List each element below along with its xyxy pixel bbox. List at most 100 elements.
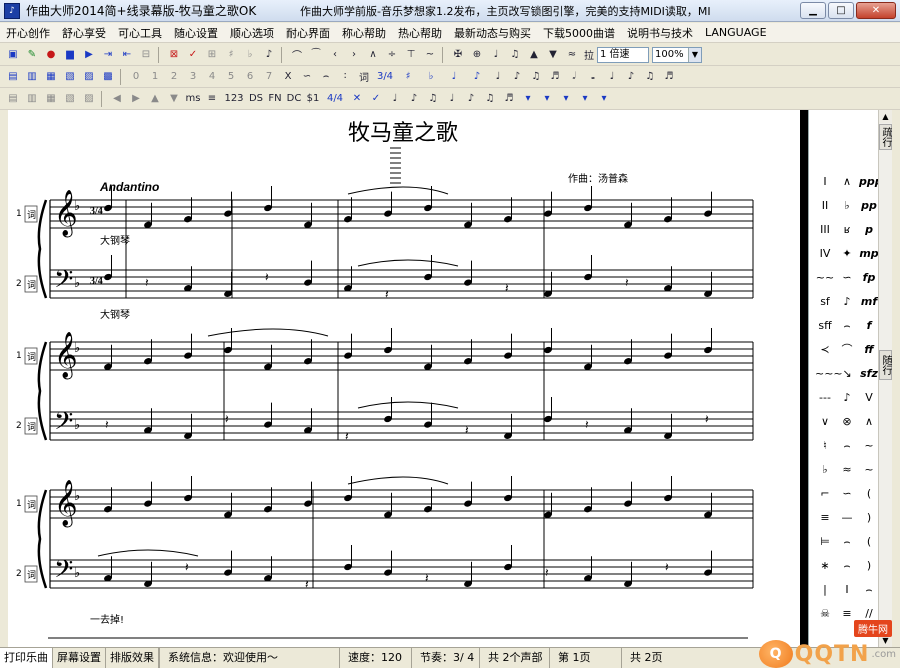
toolbar-tool-5-icon[interactable]: ⇥ [99, 46, 117, 64]
palette-symbol-right-8-icon[interactable]: sfz [859, 364, 879, 384]
staff-tool-3-icon[interactable]: ▧ [61, 68, 79, 86]
palette-symbol-right-17-icon[interactable]: ⌢ [859, 580, 879, 600]
palette-symbol-right-9-icon[interactable]: V [859, 388, 879, 408]
format-tool-9[interactable]: ✓ [367, 90, 385, 108]
duration-3-icon[interactable]: ♬ [546, 68, 564, 86]
duration-7-icon[interactable]: ♪ [622, 68, 640, 86]
format-tool-8[interactable]: ✕ [348, 90, 366, 108]
palette-symbol-mid-17-icon[interactable]: I [837, 580, 857, 600]
format-tool-7[interactable]: 4/4 [323, 90, 347, 108]
staff-tool-5-icon[interactable]: ▩ [99, 68, 117, 86]
menu-item-7[interactable]: 热心帮助 [392, 25, 448, 41]
palette-symbol-right-1-icon[interactable]: pp [859, 196, 879, 216]
toolbar-tool-18-icon[interactable]: ∧ [364, 46, 382, 64]
chevron-down-icon[interactable]: ▼ [688, 47, 701, 62]
note-tool-12[interactable]: 词 [355, 68, 373, 86]
palette-symbol-mid-8-icon[interactable]: ↘ [837, 364, 857, 384]
note-tool-7[interactable]: 7 [260, 68, 278, 86]
format-tool-4[interactable]: FN [266, 90, 284, 108]
palette-symbol-left-1-icon[interactable]: II [815, 196, 835, 216]
format-tool-2[interactable]: 123 [222, 90, 246, 108]
palette-symbol-left-18-icon[interactable]: ☠ [815, 604, 835, 624]
tab-print[interactable]: 打印乐曲 [0, 648, 53, 668]
note-tool-13[interactable]: 3/4 [374, 68, 396, 86]
extra-tool-8-icon[interactable]: ▾ [595, 90, 613, 108]
palette-symbol-left-5-icon[interactable]: sf [815, 292, 835, 312]
palette-symbol-mid-0-icon[interactable]: ∧ [837, 172, 857, 192]
menu-item-9[interactable]: 下载5000曲谱 [537, 25, 621, 41]
palette-symbol-left-16-icon[interactable]: ∗ [815, 556, 835, 576]
tab-screen-settings[interactable]: 屏幕设置 [53, 648, 106, 668]
nav-arrow-0-icon[interactable]: ◀ [108, 90, 126, 108]
palette-symbol-mid-3-icon[interactable]: ✦ [837, 244, 857, 264]
palette-symbol-right-3-icon[interactable]: mp [859, 244, 879, 264]
palette-symbol-mid-14-icon[interactable]: — [837, 508, 857, 528]
layout-tool-4-icon[interactable]: ▨ [80, 90, 98, 108]
palette-symbol-mid-15-icon[interactable]: ⌢ [837, 532, 857, 552]
extra-tool-2-icon[interactable]: ♫ [481, 90, 499, 108]
palette-symbol-mid-7-icon[interactable]: ⌒ [837, 340, 857, 360]
duration-1-icon[interactable]: ♪ [508, 68, 526, 86]
note-tool-17[interactable]: ♪ [466, 68, 488, 86]
duration-5-icon[interactable]: 𝅝 [584, 68, 602, 86]
palette-symbol-left-6-icon[interactable]: sff [815, 316, 835, 336]
palette-symbol-left-14-icon[interactable]: ≡ [815, 508, 835, 528]
palette-symbol-left-11-icon[interactable]: ♮ [815, 436, 835, 456]
menu-item-11[interactable]: LANGUAGE [699, 26, 773, 39]
toolbar-tool-22-icon[interactable]: ✠ [449, 46, 467, 64]
palette-symbol-right-2-icon[interactable]: p [859, 220, 879, 240]
palette-symbol-right-15-icon[interactable]: ( [859, 532, 879, 552]
extra-tool-4-icon[interactable]: ▾ [519, 90, 537, 108]
toolbar-tool-2-icon[interactable]: ● [42, 46, 60, 64]
palette-symbol-mid-9-icon[interactable]: ♪ [837, 388, 857, 408]
palette-symbol-right-13-icon[interactable]: ( [859, 484, 879, 504]
menu-item-4[interactable]: 顺心选项 [224, 25, 280, 41]
palette-symbol-left-0-icon[interactable]: I [815, 172, 835, 192]
toolbar-tool-3-icon[interactable]: ▆ [61, 46, 79, 64]
format-tool-12[interactable]: ♫ [424, 90, 442, 108]
zoom-select[interactable]: 100% ▼ [652, 46, 702, 63]
menu-item-3[interactable]: 随心设置 [168, 25, 224, 41]
note-tool-11[interactable]: ∶ [336, 68, 354, 86]
note-tool-10[interactable]: ⌢ [317, 68, 335, 86]
extra-tool-3-icon[interactable]: ♬ [500, 90, 518, 108]
palette-symbol-left-13-icon[interactable]: ⌐ [815, 484, 835, 504]
toolbar-tool-27-icon[interactable]: ▼ [544, 46, 562, 64]
score-canvas[interactable]: 牧马童之歌 作曲：汤普森 Andantino 1 词 𝄞 ♭ 2 词 𝄢 ♭ 𝄽 𝄽 𝄽 𝄽 𝄽 1 词 𝄞 ♭ 2 词 𝄢… [0, 110, 800, 647]
palette-symbol-right-0-icon[interactable]: ppp [859, 172, 883, 192]
palette-symbol-left-2-icon[interactable]: III [815, 220, 835, 240]
duration-6-icon[interactable]: ♩ [603, 68, 621, 86]
layout-tool-2-icon[interactable]: ▦ [42, 90, 60, 108]
tab-follow[interactable]: 随行 [879, 350, 892, 380]
speed-select[interactable]: 1 倍速 [597, 46, 649, 63]
note-tool-4[interactable]: 4 [203, 68, 221, 86]
palette-symbol-left-17-icon[interactable]: | [815, 580, 835, 600]
palette-symbol-right-11-icon[interactable]: ~ [859, 436, 879, 456]
toolbar-tool-4-icon[interactable]: ▶ [80, 46, 98, 64]
toolbar-tool-17-icon[interactable]: › [345, 46, 363, 64]
palette-symbol-mid-1-icon[interactable]: ♭ [837, 196, 857, 216]
palette-symbol-mid-5-icon[interactable]: ♪ [837, 292, 857, 312]
toolbar-tool-0-icon[interactable]: ▣ [4, 46, 22, 64]
maximize-button[interactable]: □ [828, 2, 854, 19]
minimize-button[interactable]: ▁ [800, 2, 826, 19]
staff-tool-4-icon[interactable]: ▨ [80, 68, 98, 86]
note-tool-8[interactable]: X [279, 68, 297, 86]
toolbar-tool-6-icon[interactable]: ⇤ [118, 46, 136, 64]
note-tool-1[interactable]: 1 [146, 68, 164, 86]
note-tool-6[interactable]: 6 [241, 68, 259, 86]
extra-tool-0-icon[interactable]: ♩ [443, 90, 461, 108]
duration-8-icon[interactable]: ♫ [641, 68, 659, 86]
format-tool-3[interactable]: DS [247, 90, 265, 108]
palette-symbol-left-12-icon[interactable]: ♭ [815, 460, 835, 480]
note-tool-2[interactable]: 2 [165, 68, 183, 86]
palette-symbol-mid-4-icon[interactable]: ∽ [837, 268, 857, 288]
toolbar-tool-15-icon[interactable]: ⁀ [307, 46, 325, 64]
toolbar-tool-19-icon[interactable]: ÷ [383, 46, 401, 64]
menu-item-6[interactable]: 称心帮助 [336, 25, 392, 41]
menu-item-1[interactable]: 舒心享受 [56, 25, 112, 41]
palette-symbol-mid-10-icon[interactable]: ⊗ [837, 412, 857, 432]
note-tool-16[interactable]: ♩ [443, 68, 465, 86]
palette-symbol-mid-6-icon[interactable]: ⌢ [837, 316, 857, 336]
toolbar-tool-11-icon[interactable]: ♯ [222, 46, 240, 64]
